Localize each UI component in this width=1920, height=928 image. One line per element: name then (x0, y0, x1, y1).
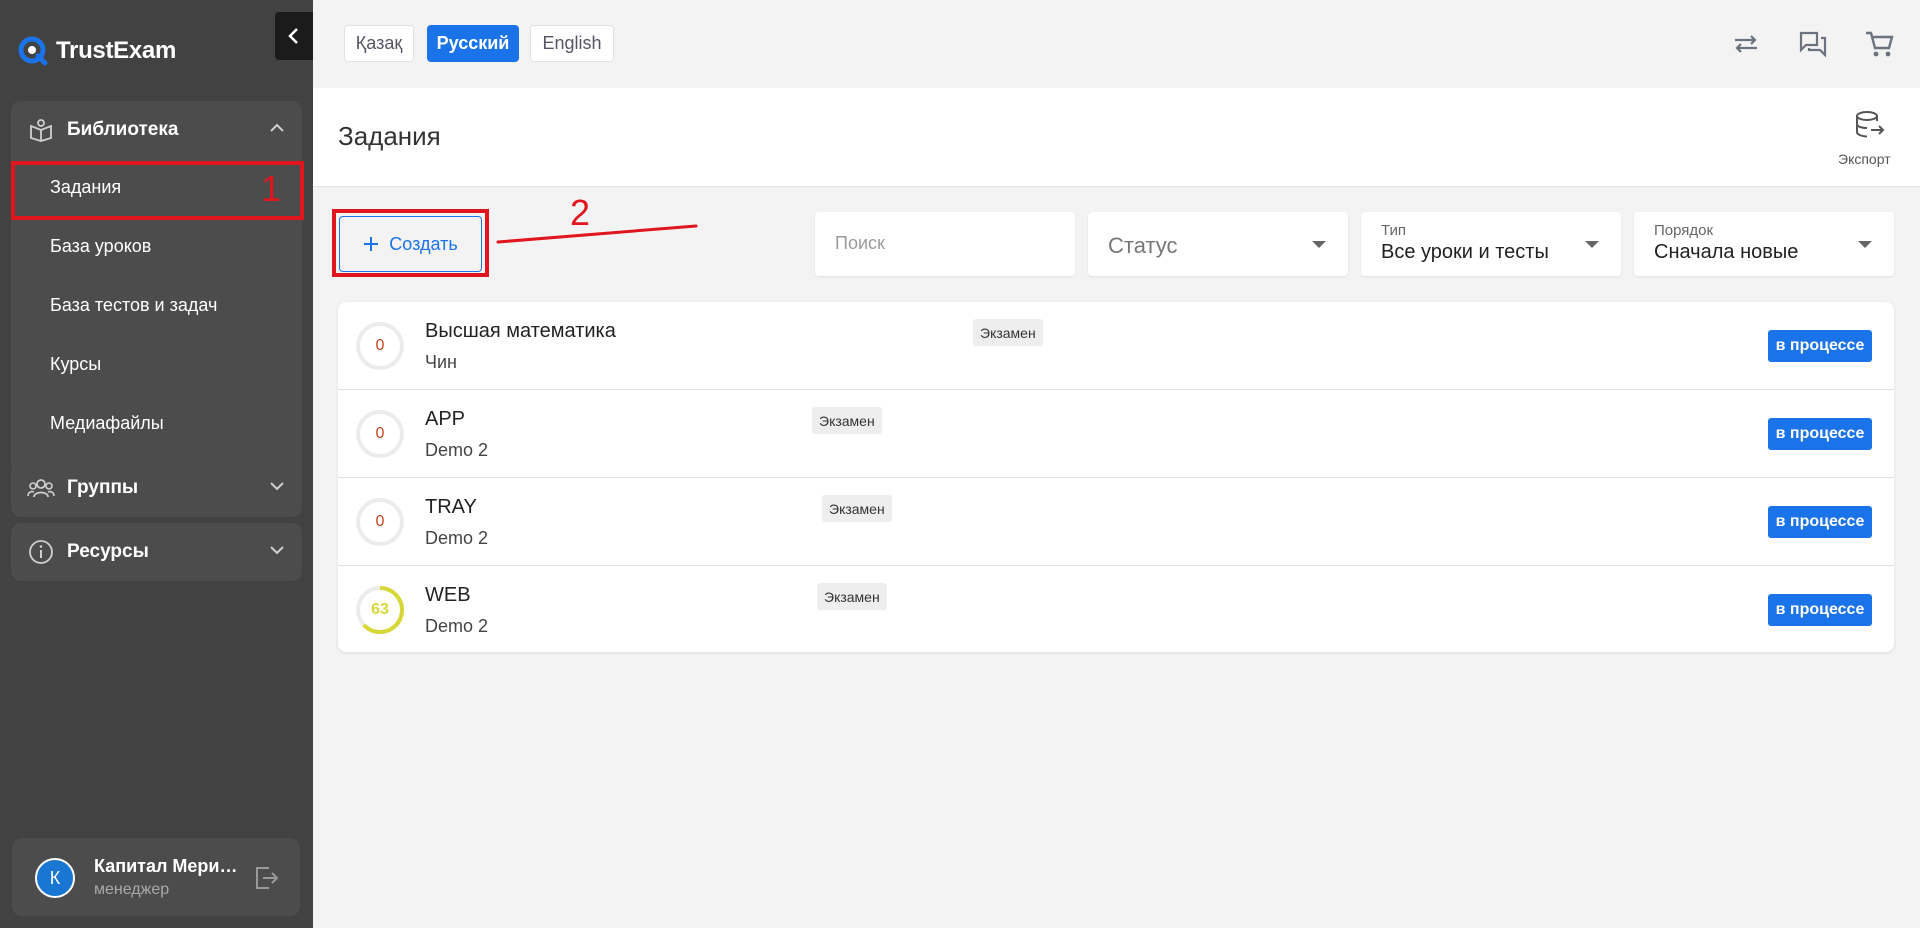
search-placeholder: Поиск (835, 233, 885, 253)
chat-icon[interactable] (1797, 28, 1829, 60)
task-subtitle: Demo 2 (425, 616, 489, 636)
nav-group-label: Ресурсы (67, 540, 149, 562)
task-row[interactable]: 63 WEB Экзамен Demo 2 в процессе (338, 566, 1894, 652)
nav-group-resources-header[interactable]: Ресурсы (11, 523, 302, 580)
search-input[interactable]: Поиск (815, 212, 1075, 276)
order-label: Порядок (1654, 222, 1714, 239)
sidebar-item-lessons[interactable]: База уроков (11, 217, 302, 276)
type-value: Все уроки и тесты (1381, 241, 1549, 263)
user-name: Капитал Меридиан (94, 856, 244, 876)
lang-kazakh-button[interactable]: Қазақ (344, 25, 414, 62)
nav-group-groups-header[interactable]: Группы (11, 459, 302, 516)
task-title[interactable]: Высшая математика (425, 320, 616, 343)
status-badge: в процессе (1768, 506, 1872, 538)
task-row[interactable]: 0 TRAY Экзамен Demo 2 в процессе (338, 478, 1894, 566)
user-role: менеджер (94, 881, 170, 898)
task-type-badge: Экзамен (812, 407, 882, 434)
user-card: К Капитал Меридиан менеджер (12, 838, 300, 916)
task-subtitle: Чин (425, 352, 457, 372)
nav-group-library: Библиотека Задания База уроков База тест… (11, 101, 302, 472)
task-type-badge: Экзамен (817, 583, 887, 610)
nav-group-library-header[interactable]: Библиотека (11, 101, 302, 158)
lang-russian-button[interactable]: Русский (427, 25, 519, 62)
annotation-arrow-line (496, 224, 698, 244)
info-icon (27, 538, 55, 566)
lang-english-button[interactable]: English (530, 25, 614, 62)
task-type-badge: Экзамен (973, 319, 1043, 346)
type-select[interactable]: Тип Все уроки и тесты (1361, 212, 1621, 276)
type-label: Тип (1381, 222, 1407, 239)
caret-down-icon (1585, 241, 1599, 248)
page-title: Задания (338, 121, 441, 151)
nav-group-label: Группы (67, 476, 139, 498)
score-value: 0 (375, 337, 385, 354)
task-row[interactable]: 0 Высшая математика Экзамен Чин в процес… (338, 302, 1894, 390)
status-placeholder: Статус (1108, 233, 1178, 258)
status-badge: в процессе (1768, 594, 1872, 626)
swap-icon[interactable] (1730, 28, 1762, 60)
caret-down-icon (1858, 241, 1872, 248)
annotation-number-1: 1 (261, 168, 282, 209)
sidebar: TrustExam Библиотека Задания База уроков… (0, 0, 313, 928)
chevron-down-icon (270, 482, 284, 491)
status-badge: в процессе (1768, 330, 1872, 362)
sidebar-item-media[interactable]: Медиафайлы (11, 394, 302, 453)
top-bar: Қазақ Русский English (313, 0, 1920, 88)
order-value: Сначала новые (1654, 241, 1799, 263)
nav-group-groups[interactable]: Группы (11, 459, 302, 517)
logo[interactable]: TrustExam (18, 36, 176, 66)
caret-down-icon (1312, 241, 1326, 248)
task-title[interactable]: TRAY (425, 496, 477, 519)
sidebar-item-courses[interactable]: Курсы (11, 335, 302, 394)
export-icon[interactable] (1853, 108, 1887, 142)
task-row[interactable]: 0 APP Экзамен Demo 2 в процессе (338, 390, 1894, 478)
task-type-badge: Экзамен (822, 495, 892, 522)
status-select[interactable]: Статус (1088, 212, 1348, 276)
annotation-box-2 (332, 209, 489, 277)
chevron-down-icon (270, 546, 284, 555)
logo-icon (18, 36, 48, 66)
chevron-left-icon (288, 28, 298, 44)
status-badge: в процессе (1768, 418, 1872, 450)
nav-group-resources[interactable]: Ресурсы (11, 523, 302, 581)
export-label[interactable]: Экспорт (1838, 151, 1891, 167)
people-icon (27, 474, 55, 502)
order-select[interactable]: Порядок Сначала новые (1634, 212, 1894, 276)
sidebar-item-tests[interactable]: База тестов и задач (11, 276, 302, 335)
brand-name: TrustExam (56, 37, 177, 64)
task-title[interactable]: APP (425, 408, 465, 431)
score-value: 63 (371, 601, 389, 618)
nav-group-label: Библиотека (67, 118, 179, 140)
task-list: 0 Высшая математика Экзамен Чин в процес… (338, 302, 1894, 652)
task-subtitle: Demo 2 (425, 440, 489, 460)
task-title[interactable]: WEB (425, 584, 471, 607)
logout-icon[interactable] (252, 864, 280, 892)
cart-icon[interactable] (1863, 28, 1895, 60)
task-subtitle: Demo 2 (425, 528, 489, 548)
avatar[interactable]: К (35, 858, 75, 898)
score-value: 0 (375, 513, 385, 530)
chevron-up-icon (270, 123, 284, 132)
page-header: Задания Экспорт (313, 88, 1920, 187)
score-value: 0 (375, 425, 385, 442)
collapse-sidebar-button[interactable] (275, 12, 313, 60)
book-icon (27, 116, 55, 144)
